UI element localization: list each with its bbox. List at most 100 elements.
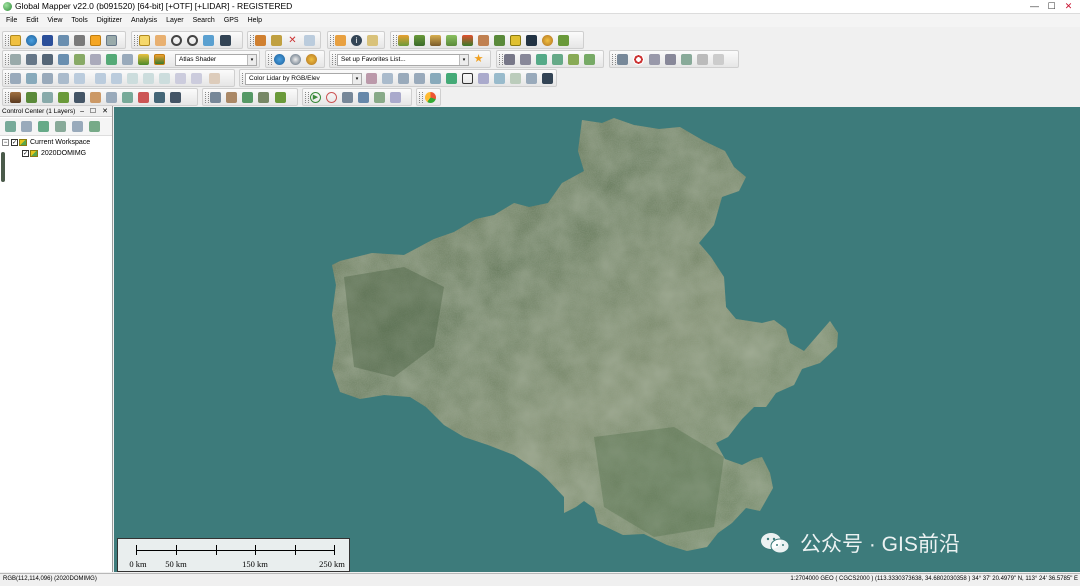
globe-icon[interactable] — [26, 35, 37, 46]
back-arrow-icon[interactable] — [203, 35, 214, 46]
overlay-icon[interactable] — [106, 35, 117, 46]
feature-icon[interactable] — [58, 54, 69, 65]
gear-icon[interactable] — [290, 54, 301, 65]
layer-metadata-icon[interactable] — [38, 121, 49, 132]
layers-icon[interactable] — [90, 35, 101, 46]
rotate-icon[interactable] — [26, 73, 37, 84]
buffer-icon[interactable] — [159, 73, 170, 84]
minimize-button[interactable]: — — [1026, 0, 1043, 12]
lidar-thin-icon[interactable] — [526, 73, 537, 84]
grid-icon[interactable] — [90, 54, 101, 65]
volume-icon[interactable] — [681, 54, 692, 65]
split-icon[interactable] — [568, 54, 579, 65]
pencil-icon[interactable] — [255, 35, 266, 46]
zoom-in-icon[interactable] — [171, 35, 182, 46]
contour-icon[interactable] — [170, 92, 181, 103]
hillshade-icon[interactable] — [138, 54, 149, 65]
line-of-sight-icon[interactable] — [242, 92, 253, 103]
area-tool-icon[interactable] — [143, 73, 154, 84]
forest-icon[interactable] — [58, 92, 69, 103]
menu-view[interactable]: View — [47, 17, 62, 24]
join-line-icon[interactable] — [127, 73, 138, 84]
menu-search[interactable]: Search — [193, 17, 215, 24]
delete-vertex-icon[interactable] — [74, 73, 85, 84]
profile-line-icon[interactable] — [665, 54, 676, 65]
slope-icon[interactable] — [154, 92, 165, 103]
select-arrow-icon[interactable] — [139, 35, 150, 46]
tree-row-workspace[interactable]: − ✓ Current Workspace — [2, 137, 90, 148]
search-location-icon[interactable] — [367, 35, 378, 46]
splitter-handle[interactable] — [1, 152, 5, 182]
terrain-path-icon[interactable] — [226, 92, 237, 103]
target-icon[interactable] — [633, 54, 644, 65]
view-shed-icon[interactable] — [122, 92, 133, 103]
record-icon[interactable] — [374, 92, 385, 103]
cut-line-icon[interactable] — [111, 73, 122, 84]
view-3d-icon[interactable] — [558, 35, 569, 46]
move-vertex-icon[interactable] — [58, 73, 69, 84]
delete-icon[interactable]: ✕ — [287, 35, 298, 46]
export-icon[interactable] — [58, 35, 69, 46]
menu-layer[interactable]: Layer — [166, 17, 184, 24]
cut-fill-icon[interactable] — [138, 92, 149, 103]
lidar-edit-icon[interactable] — [446, 73, 457, 84]
lidar-extract-icon[interactable] — [510, 73, 521, 84]
terrain-icon-1[interactable] — [398, 35, 409, 46]
online-data-icon[interactable] — [274, 54, 285, 65]
draw-area-icon[interactable] — [520, 54, 531, 65]
play-icon[interactable]: ▶ — [310, 92, 321, 103]
terrain-icon-4[interactable] — [446, 35, 457, 46]
maximize-button[interactable]: ☐ — [1043, 0, 1060, 12]
menu-file[interactable]: File — [6, 17, 17, 24]
terrain-icon-2[interactable] — [414, 35, 425, 46]
camera-icon[interactable] — [258, 92, 269, 103]
flag-icon[interactable] — [462, 35, 473, 46]
menu-tools[interactable]: Tools — [71, 17, 87, 24]
watershed-icon[interactable] — [494, 35, 505, 46]
lidar-filter-icon[interactable] — [366, 73, 377, 84]
sun-icon[interactable] — [306, 54, 317, 65]
menu-analysis[interactable]: Analysis — [131, 17, 157, 24]
stop-icon[interactable] — [326, 92, 337, 103]
lidar-classify-icon[interactable] — [414, 73, 425, 84]
map-view[interactable]: 0 km 50 km 150 km 250 km 公众号 · GIS前沿 — [114, 107, 1080, 572]
path-icon[interactable] — [271, 35, 282, 46]
save-icon[interactable] — [42, 35, 53, 46]
line-tool-icon[interactable] — [95, 73, 106, 84]
favorites-select[interactable]: Set up Favorites List... ▾ — [337, 54, 469, 66]
wrench-icon[interactable] — [74, 35, 85, 46]
info-icon[interactable]: i — [351, 35, 362, 46]
color-wheel-icon[interactable] — [425, 92, 436, 103]
vertex-icon[interactable] — [42, 54, 53, 65]
map-layout-icon[interactable] — [275, 92, 286, 103]
hatch-icon[interactable] — [430, 73, 441, 84]
tile-icon[interactable] — [106, 54, 117, 65]
layer-zoom-icon[interactable] — [55, 121, 66, 132]
digitize-icon[interactable] — [26, 54, 37, 65]
globe-3d-icon[interactable] — [542, 35, 553, 46]
draw-terrain-icon[interactable] — [536, 54, 547, 65]
merge-icon[interactable] — [584, 54, 595, 65]
workspace-checkbox[interactable]: ✓ — [11, 139, 18, 146]
layer-search-icon[interactable] — [5, 121, 16, 132]
mountain-icon[interactable] — [10, 92, 21, 103]
edit-icon[interactable] — [713, 54, 724, 65]
layer-checkbox[interactable]: ✓ — [22, 150, 29, 157]
measure-angle-icon[interactable] — [617, 54, 628, 65]
copy-icon[interactable] — [304, 35, 315, 46]
smooth-icon[interactable] — [209, 73, 220, 84]
layer-options-icon[interactable] — [21, 121, 32, 132]
lidar-mesh-icon[interactable] — [494, 73, 505, 84]
shader-select[interactable]: Atlas Shader ▾ — [175, 54, 257, 66]
profile-icon[interactable] — [478, 35, 489, 46]
lidar-profile-icon[interactable] — [382, 73, 393, 84]
lidar-color-select[interactable]: Color Lidar by RGB/Elev ▾ — [245, 73, 362, 85]
check-icon[interactable] — [697, 54, 708, 65]
flood-icon[interactable] — [106, 92, 117, 103]
menu-gps[interactable]: GPS — [224, 17, 239, 24]
water-icon[interactable] — [42, 92, 53, 103]
layer-control-icon[interactable] — [10, 54, 21, 65]
lidar-density-icon[interactable] — [478, 73, 489, 84]
insert-vertex-icon[interactable] — [42, 73, 53, 84]
building-icon[interactable] — [74, 92, 85, 103]
